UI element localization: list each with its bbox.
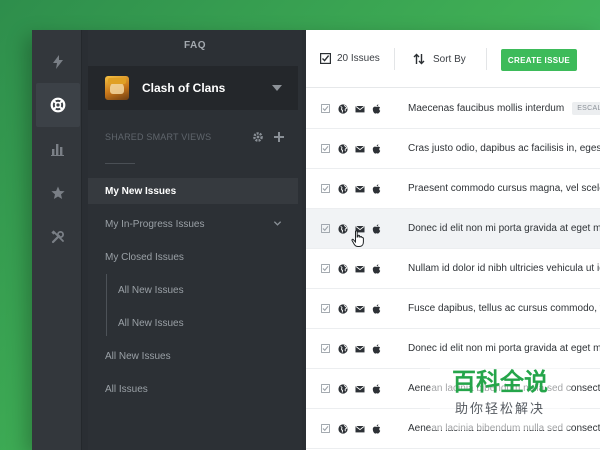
globe-icon: [338, 263, 348, 274]
checkbox-icon[interactable]: [321, 264, 330, 273]
gear-icon[interactable]: [252, 131, 264, 143]
issues-count: 20 Issues: [337, 53, 380, 64]
nav-all-issues[interactable]: All Issues: [88, 376, 298, 402]
sidebar: FAQ Clash of Clans SHARED SMART VIEWS My…: [88, 30, 302, 450]
project-selector[interactable]: Clash of Clans: [88, 66, 298, 110]
nav-label: All New Issues: [118, 284, 184, 296]
nav-label: All Issues: [105, 383, 148, 395]
sort-label: Sort By: [433, 53, 466, 65]
lifebuoy-icon: [50, 97, 66, 113]
apple-icon: [372, 103, 381, 114]
nav-label: All New Issues: [118, 317, 184, 329]
issue-row[interactable]: Fusce dapibus, tellus ac cursus commodo,…: [306, 289, 600, 329]
nav-my-new-issues[interactable]: My New Issues: [88, 178, 298, 204]
globe-icon: [338, 383, 348, 394]
mail-icon: [355, 185, 365, 192]
mail-icon: [355, 305, 365, 312]
rail-item-settings[interactable]: [36, 215, 80, 259]
apple-icon: [372, 143, 381, 154]
rail-item-activity[interactable]: [36, 40, 80, 84]
nav-label: My In-Progress Issues: [105, 218, 205, 230]
caret-down-icon: [272, 85, 282, 91]
project-logo: [105, 76, 129, 100]
issue-title: Maecenas faucibus mollis interdum: [408, 103, 565, 114]
nav-subitem-all-new-issues[interactable]: All New Issues: [88, 277, 298, 303]
divider: [105, 163, 135, 164]
watermark-title: 百科全说: [452, 369, 548, 396]
globe-icon: [338, 343, 348, 354]
bar-chart-icon: [51, 144, 64, 156]
issue-row[interactable]: Cras justo odio, dapibus ac facilisis in…: [306, 129, 600, 169]
issue-row[interactable]: Nullam id dolor id nibh ultricies vehicu…: [306, 249, 600, 289]
hand-cursor-icon: [351, 230, 364, 247]
globe-icon: [338, 143, 348, 154]
nav-all-new-issues[interactable]: All New Issues: [88, 343, 298, 369]
globe-icon: [338, 183, 348, 194]
issue-row[interactable]: Maecenas faucibus mollis interdum ESCALAT…: [306, 89, 600, 129]
issue-title: Donec id elit non mi porta gravida at eg…: [408, 343, 600, 354]
apple-icon: [372, 263, 381, 274]
issue-row[interactable]: Praesent commodo cursus magna, vel scele…: [306, 169, 600, 209]
globe-icon: [338, 423, 348, 434]
mail-icon: [355, 425, 365, 432]
apple-icon: [372, 303, 381, 314]
rail-item-support[interactable]: [36, 83, 80, 127]
sort-icon: [413, 53, 425, 65]
apple-icon: [372, 343, 381, 354]
nav-label: My Closed Issues: [105, 251, 184, 263]
mail-icon: [355, 385, 365, 392]
watermark: 百科全说 助你轻松解决: [430, 360, 570, 430]
toolbar: 20 Issues Sort By CREATE ISSUE: [306, 30, 600, 88]
issue-title: Fusce dapibus, tellus ac cursus commodo,…: [408, 303, 600, 314]
globe-icon: [338, 223, 348, 234]
checkbox-icon[interactable]: [321, 304, 330, 313]
apple-icon: [372, 223, 381, 234]
lightning-icon: [53, 55, 63, 69]
checkbox-icon[interactable]: [321, 384, 330, 393]
nav-my-in-progress-issues[interactable]: My In-Progress Issues: [88, 211, 298, 237]
checkbox-icon[interactable]: [321, 344, 330, 353]
divider: [394, 48, 395, 70]
tools-icon: [51, 230, 64, 244]
icon-rail: [32, 30, 82, 450]
globe-icon: [338, 103, 348, 114]
nav-my-closed-issues[interactable]: My Closed Issues: [88, 244, 298, 270]
mail-icon: [355, 345, 365, 352]
watermark-subtitle: 助你轻松解决: [454, 401, 545, 416]
smart-views-label: SHARED SMART VIEWS: [105, 132, 212, 142]
status-badge: ESCALATED: [572, 102, 600, 115]
globe-icon: [338, 303, 348, 314]
nav-label: My New Issues: [105, 185, 177, 197]
apple-icon: [372, 383, 381, 394]
issue-title: Cras justo odio, dapibus ac facilisis in…: [408, 143, 600, 154]
star-icon: [51, 186, 65, 199]
mail-icon: [355, 145, 365, 152]
sidebar-title: FAQ: [183, 40, 207, 51]
checkbox-icon: [320, 53, 331, 64]
issue-title: Donec id elit non mi porta gravida at eg…: [408, 223, 600, 234]
create-issue-button[interactable]: CREATE ISSUE: [501, 49, 577, 71]
issue-title: Nullam id dolor id nibh ultricies vehicu…: [408, 263, 600, 274]
mail-icon: [355, 265, 365, 272]
issue-title: Praesent commodo cursus magna, vel scele…: [408, 183, 600, 194]
rail-item-favorites[interactable]: [36, 171, 80, 215]
project-name: Clash of Clans: [142, 81, 226, 95]
checkbox-icon[interactable]: [321, 104, 330, 113]
checkbox-icon[interactable]: [321, 184, 330, 193]
add-view-icon[interactable]: [273, 131, 285, 143]
nav-label: All New Issues: [105, 350, 171, 362]
mail-icon: [355, 105, 365, 112]
smart-views-header: SHARED SMART VIEWS: [105, 130, 285, 144]
divider: [486, 48, 487, 70]
select-all-issues[interactable]: 20 Issues: [320, 53, 380, 64]
apple-icon: [372, 183, 381, 194]
chevron-down-icon: [273, 221, 282, 226]
checkbox-icon[interactable]: [321, 224, 330, 233]
checkbox-icon[interactable]: [321, 424, 330, 433]
checkbox-icon[interactable]: [321, 144, 330, 153]
nav-subitem-all-new-issues[interactable]: All New Issues: [88, 310, 298, 336]
rail-item-reports[interactable]: [36, 127, 80, 171]
apple-icon: [372, 423, 381, 434]
sort-button[interactable]: Sort By: [413, 53, 466, 65]
